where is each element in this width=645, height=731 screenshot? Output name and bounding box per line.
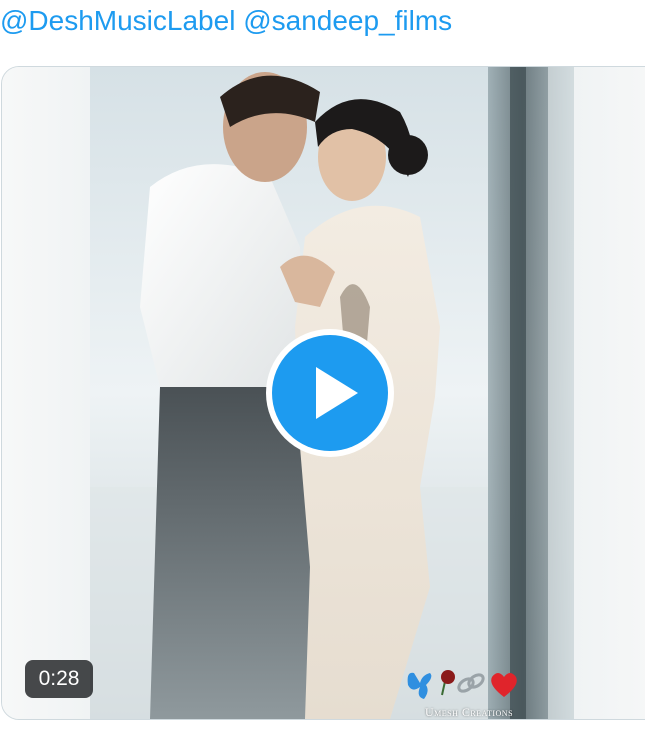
tweet-mentions: @DeshMusicLabel @sandeep_films xyxy=(0,0,452,44)
mention-link[interactable]: @sandeep_films xyxy=(243,5,452,36)
mention-link[interactable]: @DeshMusicLabel xyxy=(0,5,235,36)
watermark-text: Umesh Creations xyxy=(424,705,514,719)
video-letterbox-right xyxy=(574,67,645,719)
video-duration-badge: 0:28 xyxy=(25,660,93,698)
video-letterbox-left xyxy=(2,67,90,719)
play-icon xyxy=(266,329,394,457)
watermark: Umesh Creations xyxy=(404,667,534,719)
play-button[interactable] xyxy=(262,325,398,461)
watermark-emoji-icon xyxy=(407,670,517,699)
video-card[interactable]: 0:28 Umesh Creations xyxy=(1,66,645,720)
